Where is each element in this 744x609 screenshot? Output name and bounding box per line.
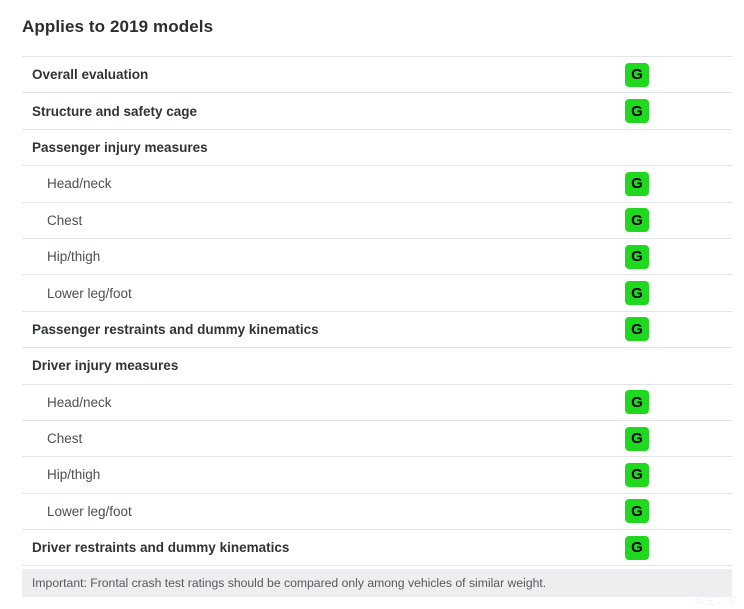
rating-row: Driver injury measures (22, 347, 732, 383)
rating-row-label: Structure and safety cage (22, 104, 197, 119)
rating-badge-good: G (625, 281, 649, 305)
rating-row-label: Lower leg/foot (22, 504, 132, 519)
rating-row-label: Hip/thigh (22, 467, 100, 482)
rating-row-label: Chest (22, 431, 82, 446)
rating-badge-good: G (625, 390, 649, 414)
rating-row: Lower leg/foot G (22, 493, 732, 529)
rating-row-label: Hip/thigh (22, 249, 100, 264)
rating-row: Hip/thigh G (22, 456, 732, 492)
rating-row: Structure and safety cage G (22, 92, 732, 128)
rating-badge-good: G (625, 99, 649, 123)
rating-row: Head/neck G (22, 165, 732, 201)
rating-row-label: Head/neck (22, 395, 112, 410)
rating-badge-good: G (625, 499, 649, 523)
rating-row-label: Driver restraints and dummy kinematics (22, 540, 289, 555)
rating-row-label: Overall evaluation (22, 67, 148, 82)
ratings-table: Overall evaluationGStructure and safety … (22, 56, 732, 566)
rating-badge-good: G (625, 63, 649, 87)
page-title: Applies to 2019 models (22, 17, 213, 37)
rating-row: Chest G (22, 202, 732, 238)
rating-row-label: Passenger injury measures (22, 140, 208, 155)
rating-row-label: Chest (22, 213, 82, 228)
rating-badge-good: G (625, 427, 649, 451)
footnote-text: Important: Frontal crash test ratings sh… (22, 576, 546, 590)
rating-badge-good: G (625, 463, 649, 487)
crash-test-ratings-panel: Applies to 2019 models Overall evaluatio… (0, 0, 744, 609)
rating-row: Hip/thigh G (22, 238, 732, 274)
rating-badge-good: G (625, 317, 649, 341)
rating-badge-good: G (625, 245, 649, 269)
table-bottom-rule (22, 565, 732, 566)
watermark: 车主之家 (694, 592, 738, 607)
rating-row: Chest G (22, 420, 732, 456)
rating-row-label: Head/neck (22, 176, 112, 191)
rating-row-label: Lower leg/foot (22, 286, 132, 301)
rating-badge-good: G (625, 208, 649, 232)
footnote-bar: Important: Frontal crash test ratings sh… (22, 569, 732, 597)
rating-badge-good: G (625, 536, 649, 560)
rating-row: Lower leg/foot G (22, 274, 732, 310)
rating-row: Overall evaluation G (22, 56, 732, 92)
rating-row-label: Passenger restraints and dummy kinematic… (22, 322, 319, 337)
rating-row: Head/neck G (22, 384, 732, 420)
rating-row: Driver restraints and dummy kinematics G (22, 529, 732, 565)
rating-row-label: Driver injury measures (22, 358, 178, 373)
rating-row: Passenger restraints and dummy kinematic… (22, 311, 732, 347)
rating-row: Passenger injury measures (22, 129, 732, 165)
rating-badge-good: G (625, 172, 649, 196)
